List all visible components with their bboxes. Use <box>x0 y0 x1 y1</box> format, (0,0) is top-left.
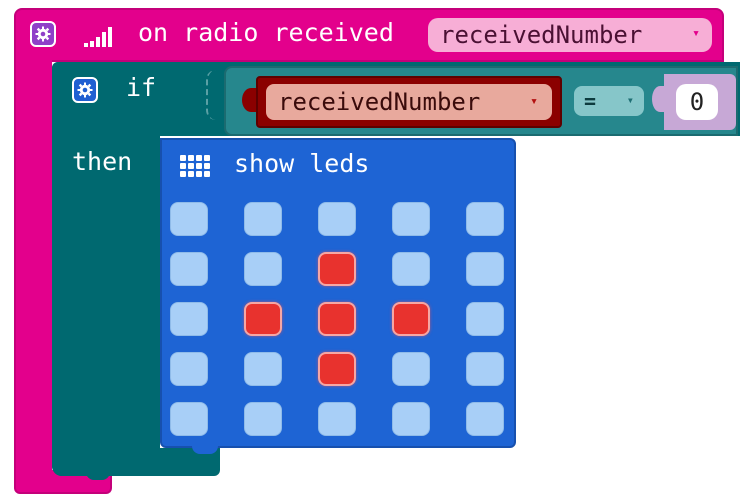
led-cell-r1-c4[interactable] <box>392 202 430 236</box>
led-cell-r5-c1[interactable] <box>170 402 208 436</box>
if-block-connector <box>86 470 110 480</box>
led-matrix <box>166 198 510 442</box>
led-cell-r2-c5[interactable] <box>466 252 504 286</box>
radio-received-block-body <box>14 56 52 486</box>
led-cell-r1-c1[interactable] <box>170 202 208 236</box>
gear-icon-glyph <box>35 26 51 42</box>
led-cell-r2-c1[interactable] <box>170 252 208 286</box>
chevron-down-icon: ▾ <box>692 26 700 41</box>
led-cell-r4-c1[interactable] <box>170 352 208 386</box>
led-grid-icon <box>180 152 212 180</box>
led-cell-r4-c5[interactable] <box>466 352 504 386</box>
led-cell-r5-c5[interactable] <box>466 402 504 436</box>
show-leds-label: show leds <box>234 149 370 178</box>
variable-dropdown[interactable]: receivedNumber ▾ <box>266 84 552 120</box>
led-cell-r1-c2[interactable] <box>244 202 282 236</box>
if-label: if <box>126 73 157 102</box>
radio-event-label: on radio received <box>138 18 394 47</box>
received-number-dropdown-label: receivedNumber <box>440 21 643 49</box>
then-label: then <box>72 147 133 176</box>
number-value: 0 <box>689 88 705 116</box>
operator-dropdown[interactable]: = ▾ <box>574 86 644 116</box>
number-input[interactable]: 0 <box>676 84 718 120</box>
led-cell-r5-c3[interactable] <box>318 402 356 436</box>
received-number-dropdown[interactable]: receivedNumber ▾ <box>428 18 712 52</box>
chevron-down-icon: ▾ <box>530 94 538 109</box>
if-block-body <box>52 62 160 476</box>
led-cell-r3-c4[interactable] <box>392 302 430 336</box>
show-leds-block-connector <box>192 444 218 454</box>
led-cell-r5-c4[interactable] <box>392 402 430 436</box>
led-cell-r3-c3[interactable] <box>318 302 356 336</box>
gear-icon[interactable] <box>30 21 56 47</box>
led-cell-r3-c5[interactable] <box>466 302 504 336</box>
led-cell-r4-c2[interactable] <box>244 352 282 386</box>
gear-icon-glyph <box>77 82 93 98</box>
led-cell-r3-c2[interactable] <box>244 302 282 336</box>
signal-bars-icon <box>84 25 118 47</box>
led-cell-r4-c4[interactable] <box>392 352 430 386</box>
gear-icon[interactable] <box>72 77 98 103</box>
led-cell-r4-c3[interactable] <box>318 352 356 386</box>
led-cell-r3-c1[interactable] <box>170 302 208 336</box>
condition-slot <box>206 70 220 120</box>
led-cell-r2-c3[interactable] <box>318 252 356 286</box>
led-cell-r1-c3[interactable] <box>318 202 356 236</box>
led-cell-r2-c4[interactable] <box>392 252 430 286</box>
led-cell-r1-c5[interactable] <box>466 202 504 236</box>
chevron-down-icon: ▾ <box>626 93 634 107</box>
led-cell-r5-c2[interactable] <box>244 402 282 436</box>
makecode-workspace: on radio received receivedNumber ▾ if th… <box>0 0 741 501</box>
operator-label: = <box>584 89 597 113</box>
led-cell-r2-c2[interactable] <box>244 252 282 286</box>
variable-dropdown-label: receivedNumber <box>278 88 481 116</box>
